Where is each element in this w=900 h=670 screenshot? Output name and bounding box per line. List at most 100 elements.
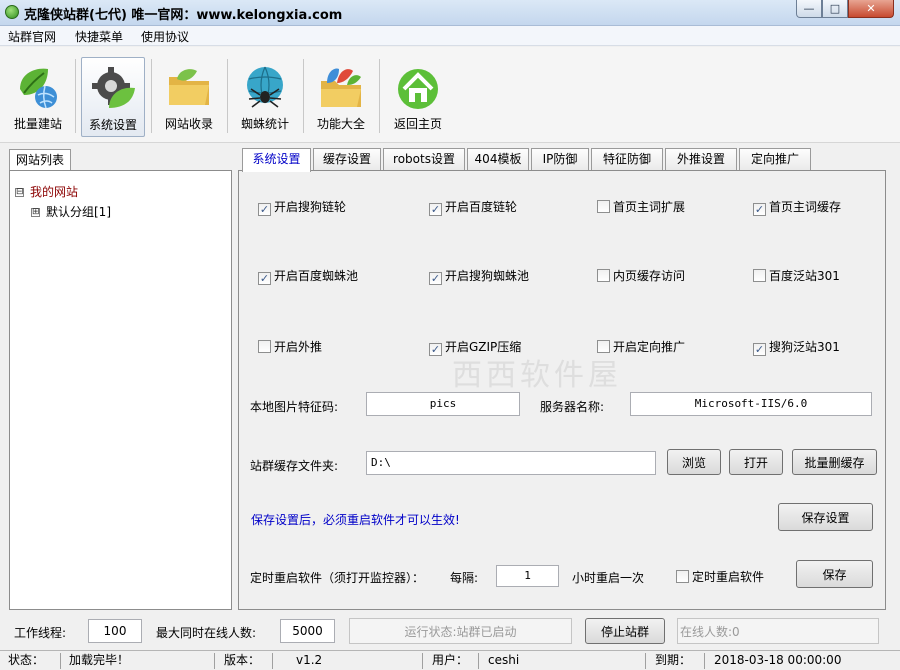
cache-folder-label: 站群缓存文件夹: [250, 457, 338, 474]
max-online-label: 最大同时在线人数: [156, 624, 256, 641]
all-features-button[interactable]: 功能大全 [309, 57, 373, 137]
checkbox-gzip[interactable]: ✓开启GZIP压缩 [429, 338, 521, 356]
site-index-button[interactable]: 网站收录 [157, 57, 221, 137]
user-label: 用户： [426, 651, 468, 670]
browse-button[interactable]: 浏览 [667, 449, 721, 475]
settings-tabs: 系统设置 缓存设置 robots设置 404模板 IP防御 特征防御 外推设置 … [242, 148, 882, 171]
checkbox-box[interactable]: ✓ [753, 203, 766, 216]
title-bar: 克隆侠站群(七代) 唯一官网：www.kelongxia.com — □ ✕ [0, 0, 900, 26]
tree-node-my-sites[interactable]: ⊟ 我的网站 [15, 183, 78, 200]
tool-label: 网站收录 [157, 115, 221, 132]
checkbox-box[interactable] [597, 269, 610, 282]
tab-404-template[interactable]: 404模板 [467, 148, 529, 171]
window-title: 克隆侠站群(七代) 唯一官网：www.kelongxia.com [24, 4, 342, 23]
checkbox-baidu-spider-pool[interactable]: ✓开启百度蜘蛛池 [258, 267, 358, 285]
checkbox-sogou-spider-pool[interactable]: ✓开启搜狗蜘蛛池 [429, 267, 529, 285]
menu-bar: 站群官网 快捷菜单 使用协议 [0, 26, 900, 46]
minimize-button[interactable]: — [796, 0, 822, 18]
site-tree-panel: ⊟ 我的网站 ⊞ 默认分组[1] [9, 170, 232, 610]
return-home-button[interactable]: 返回主页 [386, 57, 450, 137]
threads-label: 工作线程: [14, 624, 66, 641]
checkbox-sogou-link-wheel[interactable]: ✓开启搜狗链轮 [258, 198, 346, 216]
server-name-field[interactable]: Microsoft-IIS/6.0 [630, 392, 872, 416]
tab-feature-defense[interactable]: 特征防御 [591, 148, 663, 171]
save-settings-button[interactable]: 保存设置 [778, 503, 873, 531]
collapse-icon[interactable]: ⊟ [15, 188, 24, 197]
checkbox-box[interactable]: ✓ [258, 272, 271, 285]
checkbox-box[interactable] [676, 570, 689, 583]
batch-build-button[interactable]: 批量建站 [6, 57, 70, 137]
expand-icon[interactable]: ⊞ [31, 208, 40, 217]
server-name-label: 服务器名称: [540, 398, 604, 415]
tree-node-label: 我的网站 [30, 185, 78, 199]
status-divider [422, 653, 423, 669]
save-button[interactable]: 保存 [796, 560, 873, 588]
close-button[interactable]: ✕ [848, 0, 894, 18]
status-divider [704, 653, 705, 669]
maximize-button[interactable]: □ [822, 0, 848, 18]
gear-leaf-icon [89, 64, 137, 112]
checkbox-box[interactable] [597, 200, 610, 213]
menu-agreement[interactable]: 使用协议 [141, 28, 189, 45]
checkbox-inner-page-cache[interactable]: 内页缓存访问 [597, 267, 685, 284]
threads-field[interactable]: 100 [88, 619, 142, 643]
tab-site-list[interactable]: 网站列表 [9, 149, 71, 171]
checkbox-scheduled-restart[interactable]: 定时重启软件 [676, 568, 764, 585]
menu-site-official[interactable]: 站群官网 [8, 28, 56, 45]
checkbox-external-push[interactable]: 开启外推 [258, 338, 322, 355]
tool-label: 功能大全 [309, 115, 373, 132]
checkbox-home-keyword-expand[interactable]: 首页主词扩展 [597, 198, 685, 215]
checkbox-box[interactable]: ✓ [429, 203, 442, 216]
tab-external-push[interactable]: 外推设置 [665, 148, 737, 171]
tab-ip-defense[interactable]: IP防御 [531, 148, 589, 171]
checkbox-baidu-wildcard-301[interactable]: 百度泛站301 [753, 267, 840, 284]
checkbox-label: 开启定向推广 [613, 340, 685, 354]
status-divider [645, 653, 646, 669]
tab-robots-settings[interactable]: robots设置 [383, 148, 465, 171]
online-count-display: 在线人数:0 [677, 618, 879, 644]
status-divider [214, 653, 215, 669]
tree-node-label: 默认分组[1] [46, 205, 111, 219]
tab-targeted-promotion[interactable]: 定向推广 [739, 148, 811, 171]
spider-stats-button[interactable]: 蜘蛛统计 [233, 57, 297, 137]
system-settings-button[interactable]: 系统设置 [81, 57, 145, 137]
tab-system-settings[interactable]: 系统设置 [242, 148, 311, 172]
expiry-value: 2018-03-18 00:00:00 [708, 651, 841, 670]
tab-cache-settings[interactable]: 缓存设置 [313, 148, 381, 171]
open-button[interactable]: 打开 [729, 449, 783, 475]
checkbox-label: 开启外推 [274, 340, 322, 354]
checkbox-box[interactable] [258, 340, 271, 353]
checkbox-box[interactable]: ✓ [258, 203, 271, 216]
interval-label: 每隔: [450, 569, 478, 586]
tree-node-default-group[interactable]: ⊞ 默认分组[1] [31, 203, 111, 220]
checkbox-label: 开启搜狗链轮 [274, 200, 346, 214]
checkbox-sogou-wildcard-301[interactable]: ✓搜狗泛站301 [753, 338, 840, 356]
status-value: 加载完毕！ [63, 651, 129, 670]
batch-delete-cache-button[interactable]: 批量删缓存 [792, 449, 877, 475]
checkbox-box[interactable] [597, 340, 610, 353]
toolbar-divider [227, 59, 228, 133]
home-icon [394, 63, 442, 111]
image-code-field[interactable]: pics [366, 392, 520, 416]
checkbox-label: 首页主词扩展 [613, 200, 685, 214]
checkbox-targeted-promotion[interactable]: 开启定向推广 [597, 338, 685, 355]
status-divider [478, 653, 479, 669]
tool-label: 蜘蛛统计 [233, 115, 297, 132]
checkbox-label: 首页主词缓存 [769, 200, 841, 214]
checkbox-box[interactable]: ✓ [753, 343, 766, 356]
stop-cluster-button[interactable]: 停止站群 [585, 618, 665, 644]
checkbox-baidu-link-wheel[interactable]: ✓开启百度链轮 [429, 198, 517, 216]
run-status-display: 运行状态:站群已启动 [349, 618, 572, 644]
checkbox-box[interactable] [753, 269, 766, 282]
checkbox-home-keyword-cache[interactable]: ✓首页主词缓存 [753, 198, 841, 216]
tool-label: 返回主页 [386, 115, 450, 132]
toolbar-divider [379, 59, 380, 133]
max-online-field[interactable]: 5000 [280, 619, 335, 643]
checkbox-box[interactable]: ✓ [429, 272, 442, 285]
interval-hours-field[interactable]: 1 [496, 565, 559, 587]
user-value: ceshi [482, 651, 519, 670]
checkbox-box[interactable]: ✓ [429, 343, 442, 356]
menu-quick[interactable]: 快捷菜单 [75, 28, 123, 45]
cache-folder-field[interactable]: D:\ [366, 451, 656, 475]
scheduled-restart-label: 定时重启软件（须打开监控器）： [250, 569, 424, 586]
